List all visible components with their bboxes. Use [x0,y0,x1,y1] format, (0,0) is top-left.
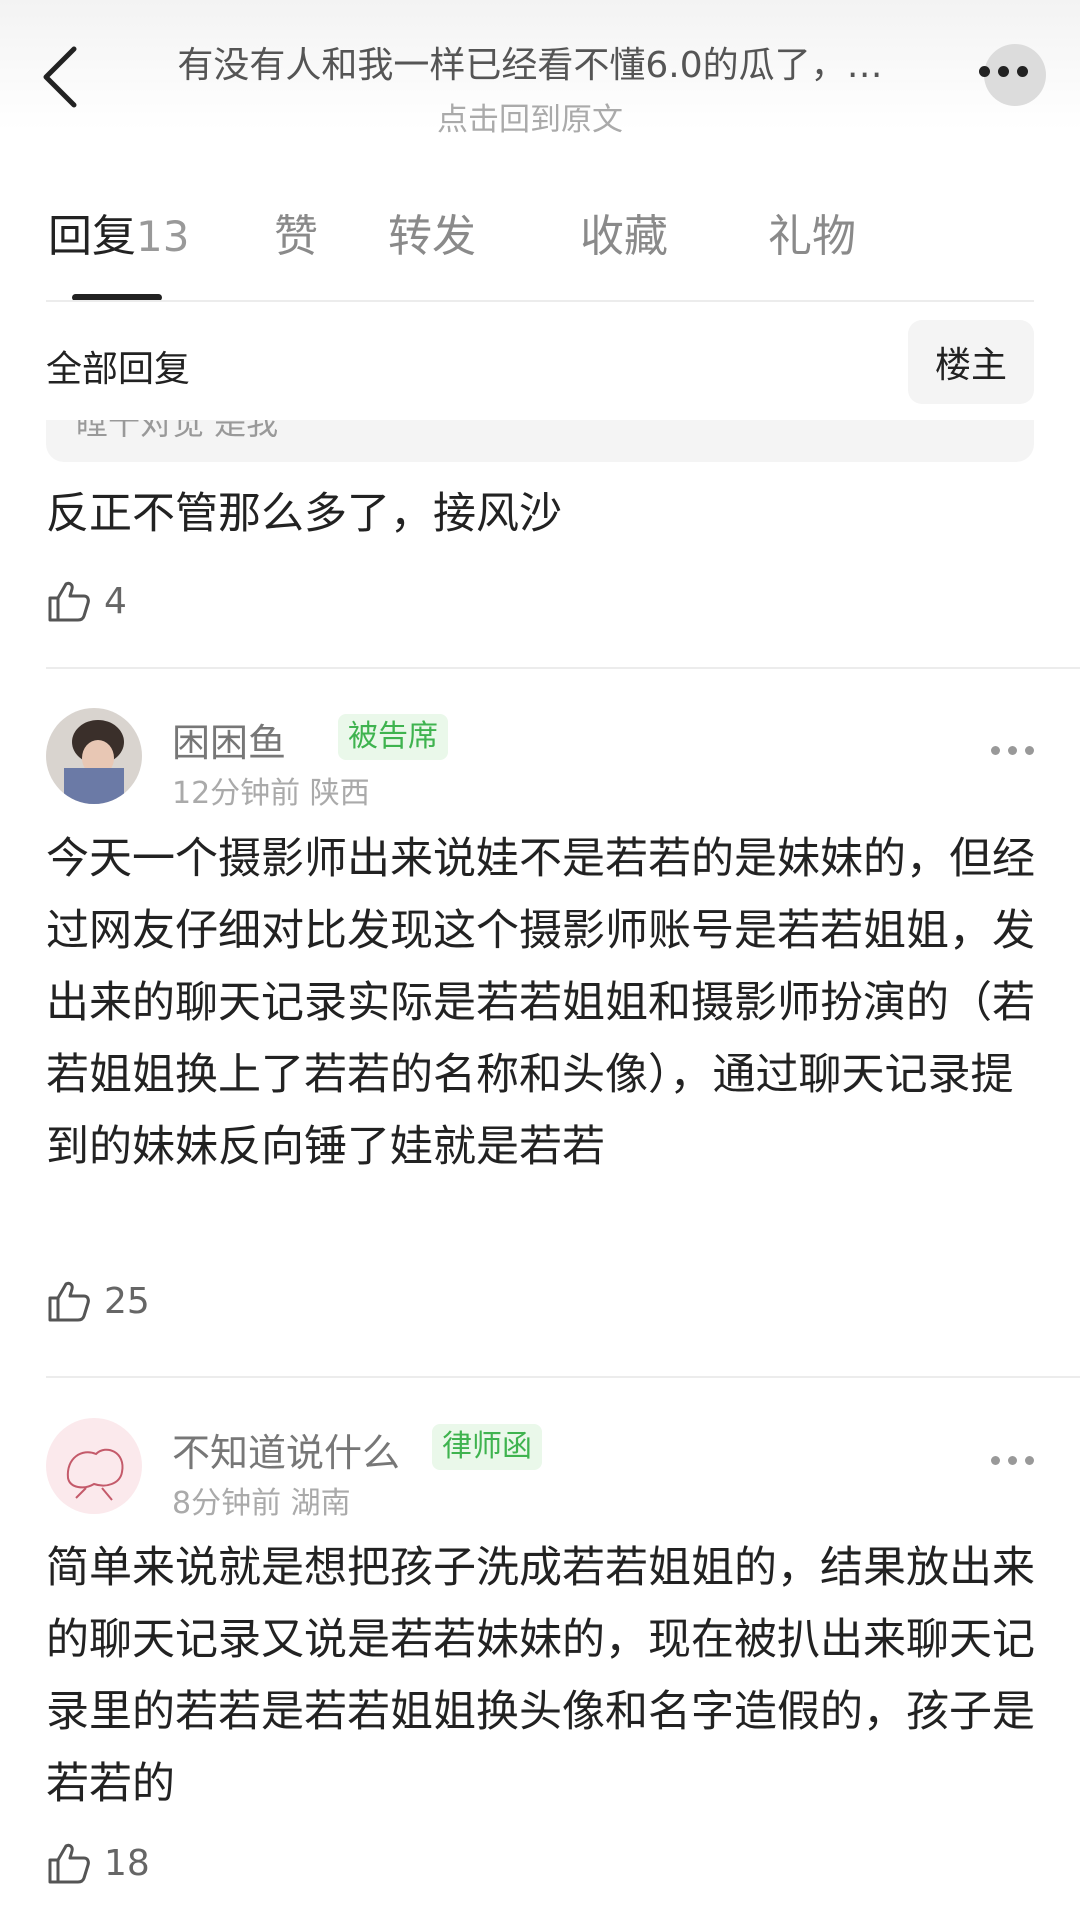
username[interactable]: 困困鱼 [172,712,286,767]
tab-likes[interactable]: 赞 [274,200,318,264]
like-count: 25 [104,1280,150,1322]
location: 湖南 [290,1486,351,1521]
like-count: 18 [104,1842,150,1884]
divider [46,667,1080,669]
comment-header: 不知道说什么 律师函 8分钟前 湖南 [46,1418,1034,1521]
owner-only-button[interactable]: 楼主 [908,320,1034,404]
tab-gifts[interactable]: 礼物 [768,200,856,264]
like-count: 4 [104,580,127,622]
comment-text: 简单来说就是想把孩子洗成若若姐姐的，结果放出来的聊天记录又说是若若妹妹的，现在被… [46,1543,1035,1809]
more-icon [979,66,1028,77]
top-bar: 有没有人和我一样已经看不懂6.0的瓜了，… 点击回到原文 [0,0,1080,138]
tab-divider [46,300,1034,302]
more-icon[interactable] [991,746,1034,755]
avatar[interactable] [46,1418,142,1514]
timestamp: 12分钟前 [172,776,301,811]
tab-bar: 回复13 赞 转发 收藏 礼物 [48,200,1040,280]
quoted-reply-box: 瞠十对觉 是我 [46,420,1034,462]
title-area[interactable]: 有没有人和我一样已经看不懂6.0的瓜了，… 点击回到原文 [140,36,920,139]
user-badge: 律师函 [432,1424,542,1470]
tab-label: 回复 [48,211,136,262]
comment-meta: 8分钟前 湖南 [172,1478,351,1522]
reply-count: 13 [136,212,190,261]
tab-replies[interactable]: 回复13 [48,200,189,264]
like-button[interactable]: 18 [46,1840,150,1886]
timestamp: 8分钟前 [172,1486,282,1521]
username[interactable]: 不知道说什么 [172,1422,400,1477]
back-to-post-link[interactable]: 点击回到原文 [140,94,920,139]
thumbs-up-icon [48,1281,90,1322]
avatar[interactable] [46,708,142,804]
tab-favorites[interactable]: 收藏 [580,200,668,264]
divider [46,1376,1080,1378]
like-button[interactable]: 4 [46,578,127,624]
chevron-left-icon [43,46,77,108]
more-icon[interactable] [991,1456,1034,1465]
all-replies-label[interactable]: 全部回复 [46,340,190,392]
user-badge: 被告席 [338,714,448,760]
location: 陕西 [309,776,370,811]
thumbs-up-icon [48,581,90,622]
tab-reposts[interactable]: 转发 [388,200,476,264]
reply-text: 反正不管那么多了，接风沙 [46,489,562,539]
back-button[interactable] [30,42,90,112]
thumbs-up-icon [48,1843,90,1884]
comment-text: 今天一个摄影师出来说娃不是若若的是妹妹的，但经过网友仔细对比发现这个摄影师账号是… [46,834,1035,1172]
like-button[interactable]: 25 [46,1278,150,1324]
comment-meta: 12分钟前 陕西 [172,768,370,812]
quoted-text: 瞠十对觉 是我 [76,420,279,442]
comment-header: 困困鱼 被告席 12分钟前 陕西 [46,708,1034,811]
post-title: 有没有人和我一样已经看不懂6.0的瓜了，… [177,45,883,86]
